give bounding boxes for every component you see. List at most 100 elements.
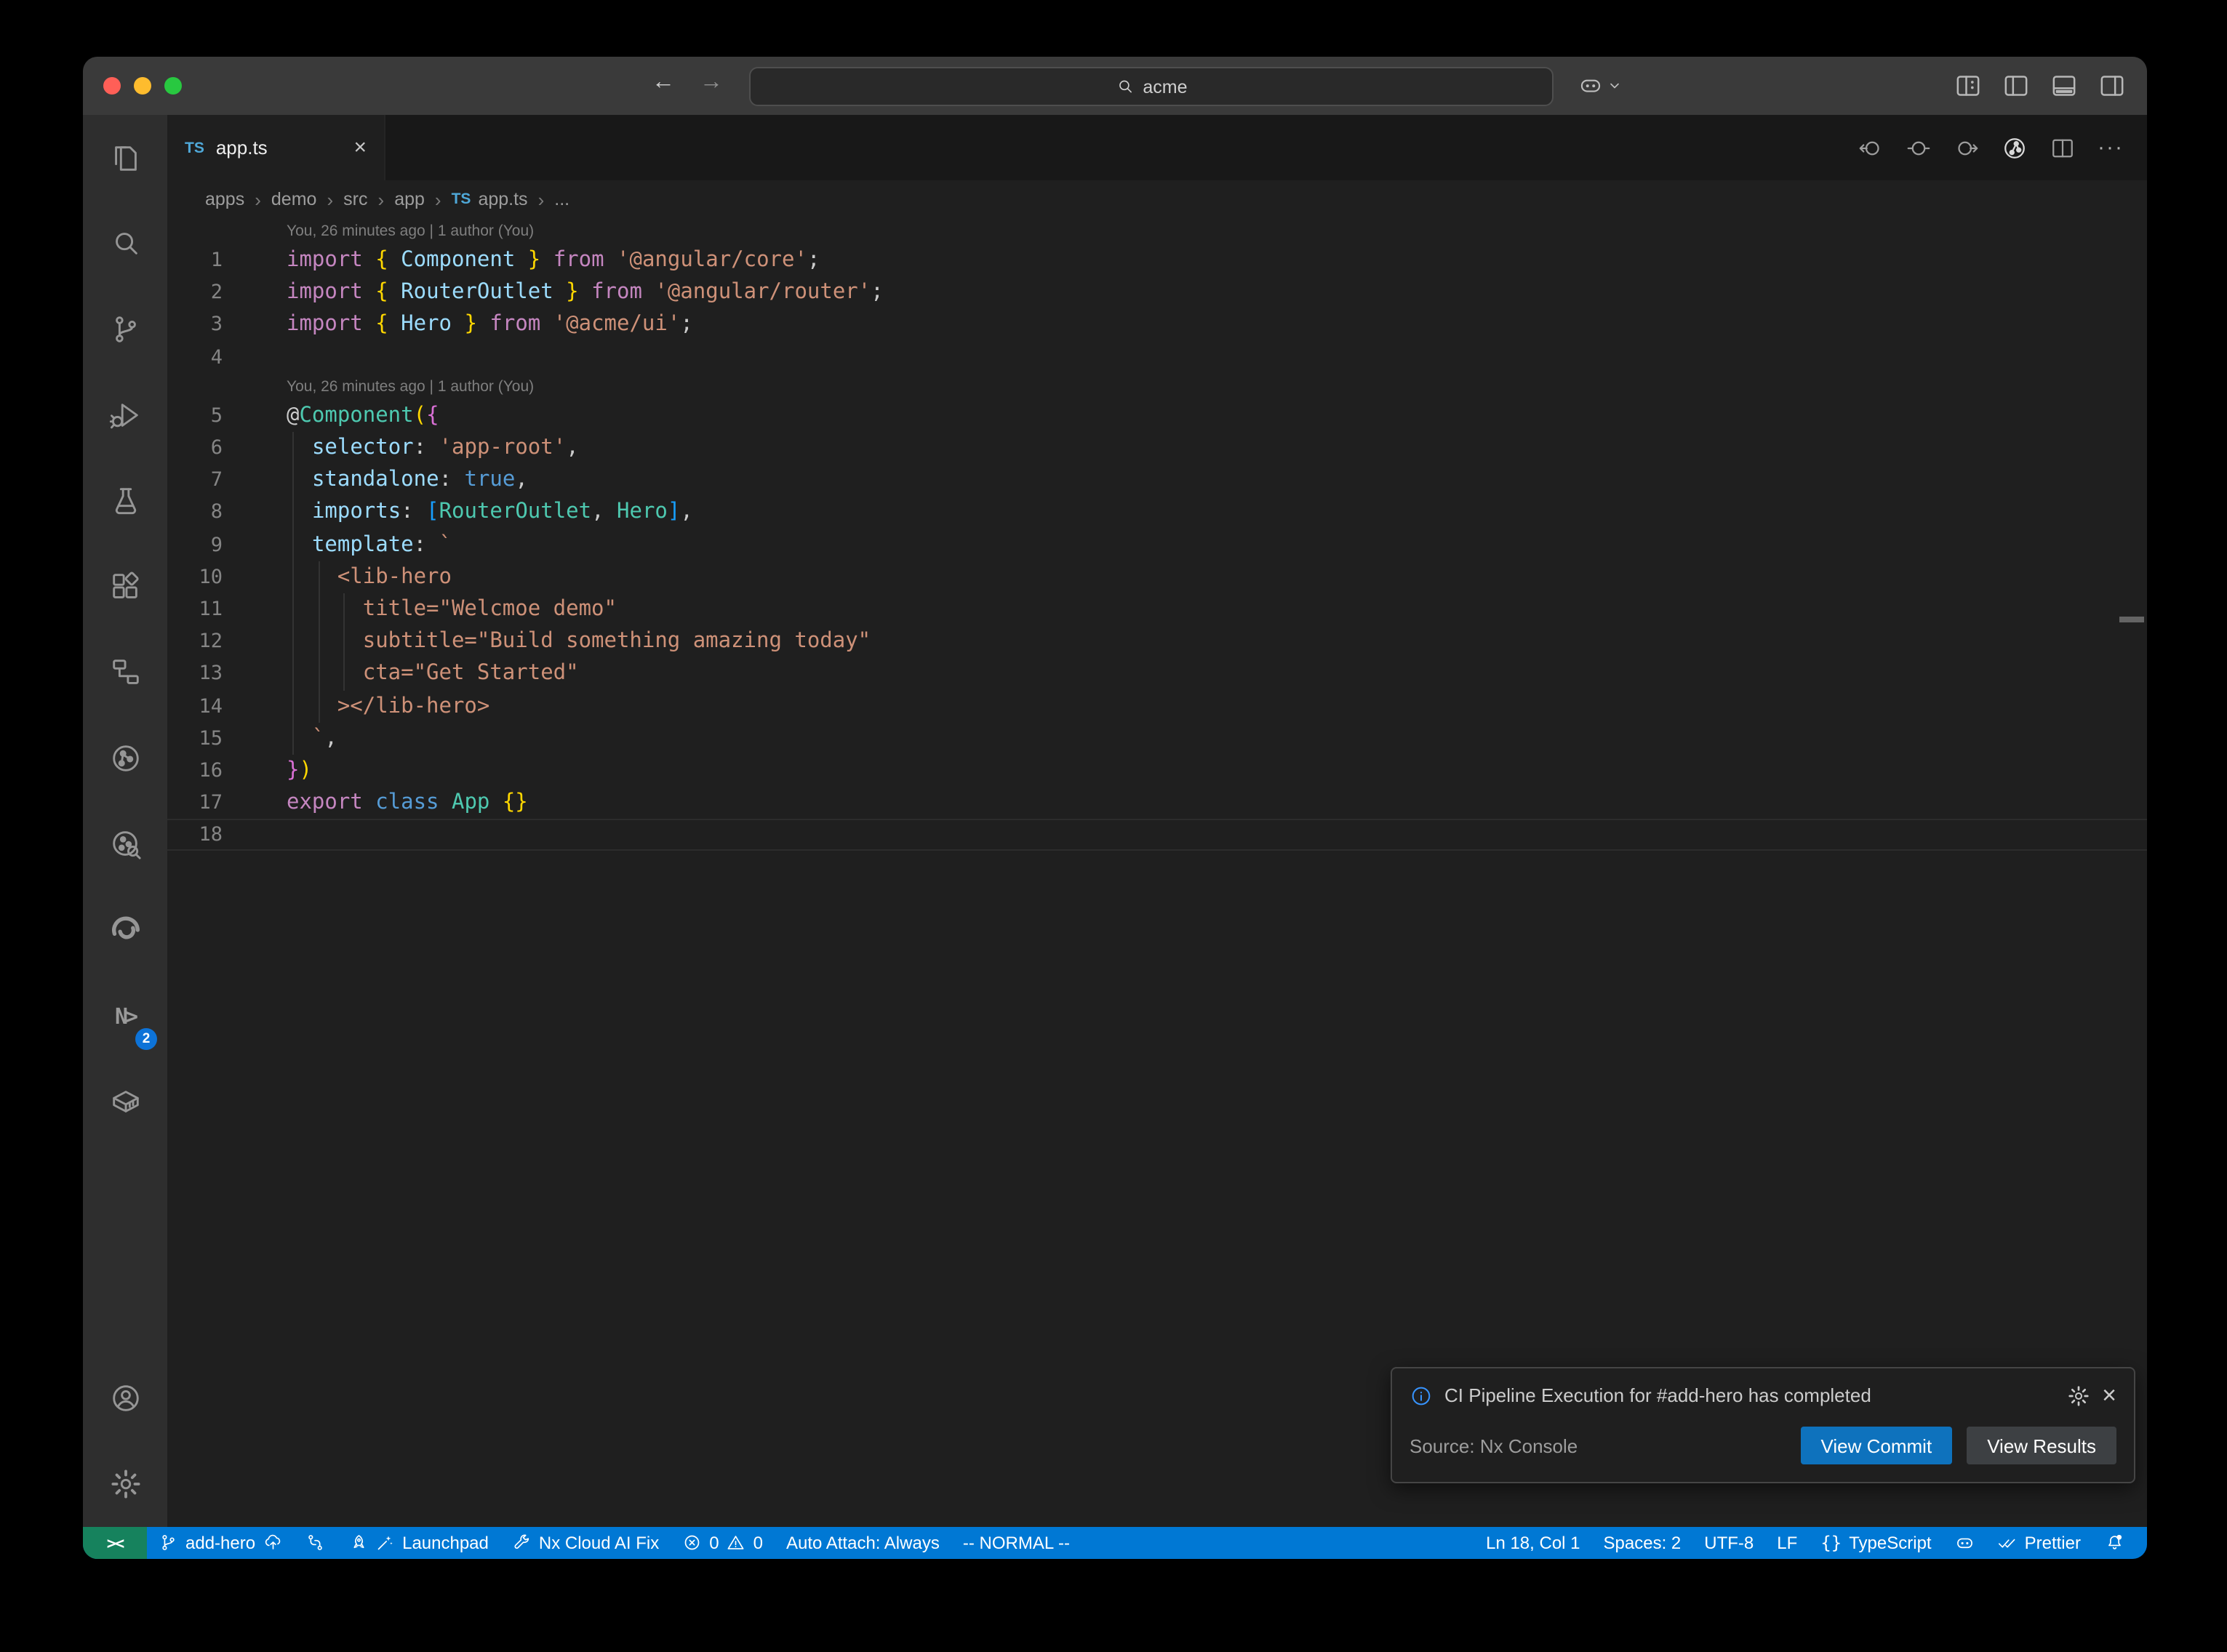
notification-settings-gear-icon[interactable]	[2067, 1384, 2090, 1407]
command-center-search[interactable]: acme	[749, 67, 1554, 106]
minimize-window-button[interactable]	[134, 77, 151, 95]
status-label: TypeScript	[1849, 1533, 1931, 1553]
search-value: acme	[1143, 76, 1187, 97]
breadcrumb-item-src[interactable]: src	[343, 189, 367, 209]
line-number: 18	[167, 824, 241, 847]
status-label: Prettier	[2025, 1533, 2081, 1553]
problems-status[interactable]: 00	[671, 1527, 775, 1559]
encoding-status[interactable]: UTF-8	[1692, 1527, 1765, 1559]
history-forward-icon[interactable]: →	[700, 70, 723, 96]
activity-item-nx-console[interactable]: N>2	[83, 973, 167, 1059]
blame-annotation: You, 26 minutes ago | 1 author (You)	[167, 218, 2147, 244]
status-label: 0	[753, 1533, 763, 1553]
split-editor-icon[interactable]	[2050, 135, 2076, 161]
breadcrumb-separator: ›	[435, 188, 441, 210]
breadcrumb-item-appts[interactable]: TSapp.ts	[452, 189, 528, 209]
rocket-icon	[348, 1533, 368, 1553]
activity-item-project-graph[interactable]	[83, 715, 167, 801]
notification-source: Source: Nx Console	[1410, 1435, 1801, 1456]
status-bar: >< add-hero LaunchpadNx Cloud AI Fix00 Aut…	[83, 1527, 2147, 1559]
line-number: 11	[167, 598, 241, 621]
window-controls	[103, 77, 182, 95]
status-label: Spaces: 2	[1604, 1533, 1682, 1553]
activity-item-accounts[interactable]	[83, 1355, 167, 1441]
breadcrumb-item-apps[interactable]: apps	[205, 189, 244, 209]
code-line-15: 15 `,	[167, 722, 2147, 754]
status-label: -- NORMAL --	[963, 1533, 1070, 1553]
notification-close-icon[interactable]: ×	[2102, 1383, 2116, 1408]
git-branch-icon	[159, 1533, 178, 1553]
code-text: <lib-hero	[241, 566, 452, 589]
code-line-6: 6 selector: 'app-root',	[167, 432, 2147, 464]
panel-right-icon[interactable]	[2098, 71, 2127, 100]
auto-attach-status[interactable]: Auto Attach: Always	[775, 1527, 951, 1559]
code-editor[interactable]: You, 26 minutes ago | 1 author (You)1imp…	[167, 218, 2147, 1527]
copilot-status[interactable]	[1943, 1527, 1986, 1559]
git-branch-status[interactable]: add-hero	[147, 1527, 294, 1559]
history-back-icon[interactable]: ←	[652, 70, 675, 96]
status-label: LF	[1777, 1533, 1797, 1553]
activity-item-extensions[interactable]	[83, 544, 167, 630]
panel-left-icon[interactable]	[2002, 71, 2031, 100]
notifications-status[interactable]	[2092, 1527, 2135, 1559]
code-line-2: 2import { RouterOutlet } from '@angular/…	[167, 276, 2147, 308]
customize-layout-icon[interactable]	[1954, 71, 1983, 100]
more-actions-icon[interactable]: ···	[2098, 135, 2124, 160]
status-label: Auto Attach: Always	[786, 1533, 940, 1553]
code-text: title="Welcmoe demo"	[241, 598, 617, 621]
hierarchy-icon	[108, 656, 142, 689]
copilot-menu[interactable]	[1578, 73, 1622, 97]
remote-indicator[interactable]: ><	[83, 1527, 147, 1559]
activity-item-explorer[interactable]	[83, 115, 167, 201]
view-results-button[interactable]: View Results	[1967, 1427, 2116, 1464]
view-commit-button[interactable]: View Commit	[1801, 1427, 1953, 1464]
eol-status[interactable]: LF	[1765, 1527, 1809, 1559]
tab-app-ts[interactable]: TS app.ts ×	[167, 115, 385, 180]
git-compare-status[interactable]	[294, 1527, 337, 1559]
activity-item-type-hierarchy[interactable]	[83, 630, 167, 715]
activity-item-source-control[interactable]	[83, 286, 167, 372]
prev-change-icon[interactable]	[1858, 135, 1884, 161]
close-tab-icon[interactable]: ×	[353, 137, 367, 159]
breadcrumb-item-[interactable]: ...	[554, 189, 569, 209]
graph-icon[interactable]	[2002, 135, 2028, 161]
activity-item-run-debug[interactable]	[83, 372, 167, 458]
double-check-icon	[1998, 1533, 2018, 1553]
cursor-position-status[interactable]: Ln 18, Col 1	[1474, 1527, 1591, 1559]
activity-item-edge-devtools[interactable]	[83, 887, 167, 973]
activity-badge: 2	[135, 1028, 157, 1050]
code-line-7: 7 standalone: true,	[167, 464, 2147, 496]
activity-item-testing[interactable]	[83, 458, 167, 544]
activity-item-containers[interactable]	[83, 1059, 167, 1144]
line-number: 13	[167, 662, 241, 686]
breadcrumb-item-app[interactable]: app	[394, 189, 425, 209]
code-line-4: 4	[167, 341, 2147, 373]
git-branch-icon	[108, 313, 142, 346]
activity-item-search[interactable]	[83, 201, 167, 286]
formatter-status[interactable]: Prettier	[1986, 1527, 2092, 1559]
bell-dot-icon	[2104, 1533, 2124, 1553]
code-text: export class App {}	[241, 791, 528, 814]
language-status[interactable]: {}TypeScript	[1809, 1527, 1943, 1559]
line-number: 3	[167, 313, 241, 337]
code-text: imports: [RouterOutlet, Hero],	[241, 501, 693, 524]
code-line-3: 3import { Hero } from '@acme/ui';	[167, 309, 2147, 341]
zoom-window-button[interactable]	[164, 77, 182, 95]
activity-item-settings[interactable]	[83, 1441, 167, 1527]
panel-bottom-icon[interactable]	[2050, 71, 2079, 100]
code-text: template: `	[241, 533, 452, 556]
graph-search-icon	[108, 827, 142, 861]
launchpad-status[interactable]: Launchpad	[337, 1527, 500, 1559]
code-line-18: 18	[167, 819, 2147, 851]
vim-mode-status[interactable]: -- NORMAL --	[951, 1527, 1081, 1559]
nx-cloud-ai-fix-status[interactable]: Nx Cloud AI Fix	[500, 1527, 671, 1559]
change-icon[interactable]	[1906, 135, 1932, 161]
status-label: Ln 18, Col 1	[1486, 1533, 1580, 1553]
line-number: 5	[167, 404, 241, 428]
indentation-status[interactable]: Spaces: 2	[1592, 1527, 1693, 1559]
typescript-file-icon: TS	[185, 139, 204, 156]
next-change-icon[interactable]	[1954, 135, 1980, 161]
breadcrumb-item-demo[interactable]: demo	[271, 189, 317, 209]
activity-item-project-graph-search[interactable]	[83, 801, 167, 887]
close-window-button[interactable]	[103, 77, 121, 95]
